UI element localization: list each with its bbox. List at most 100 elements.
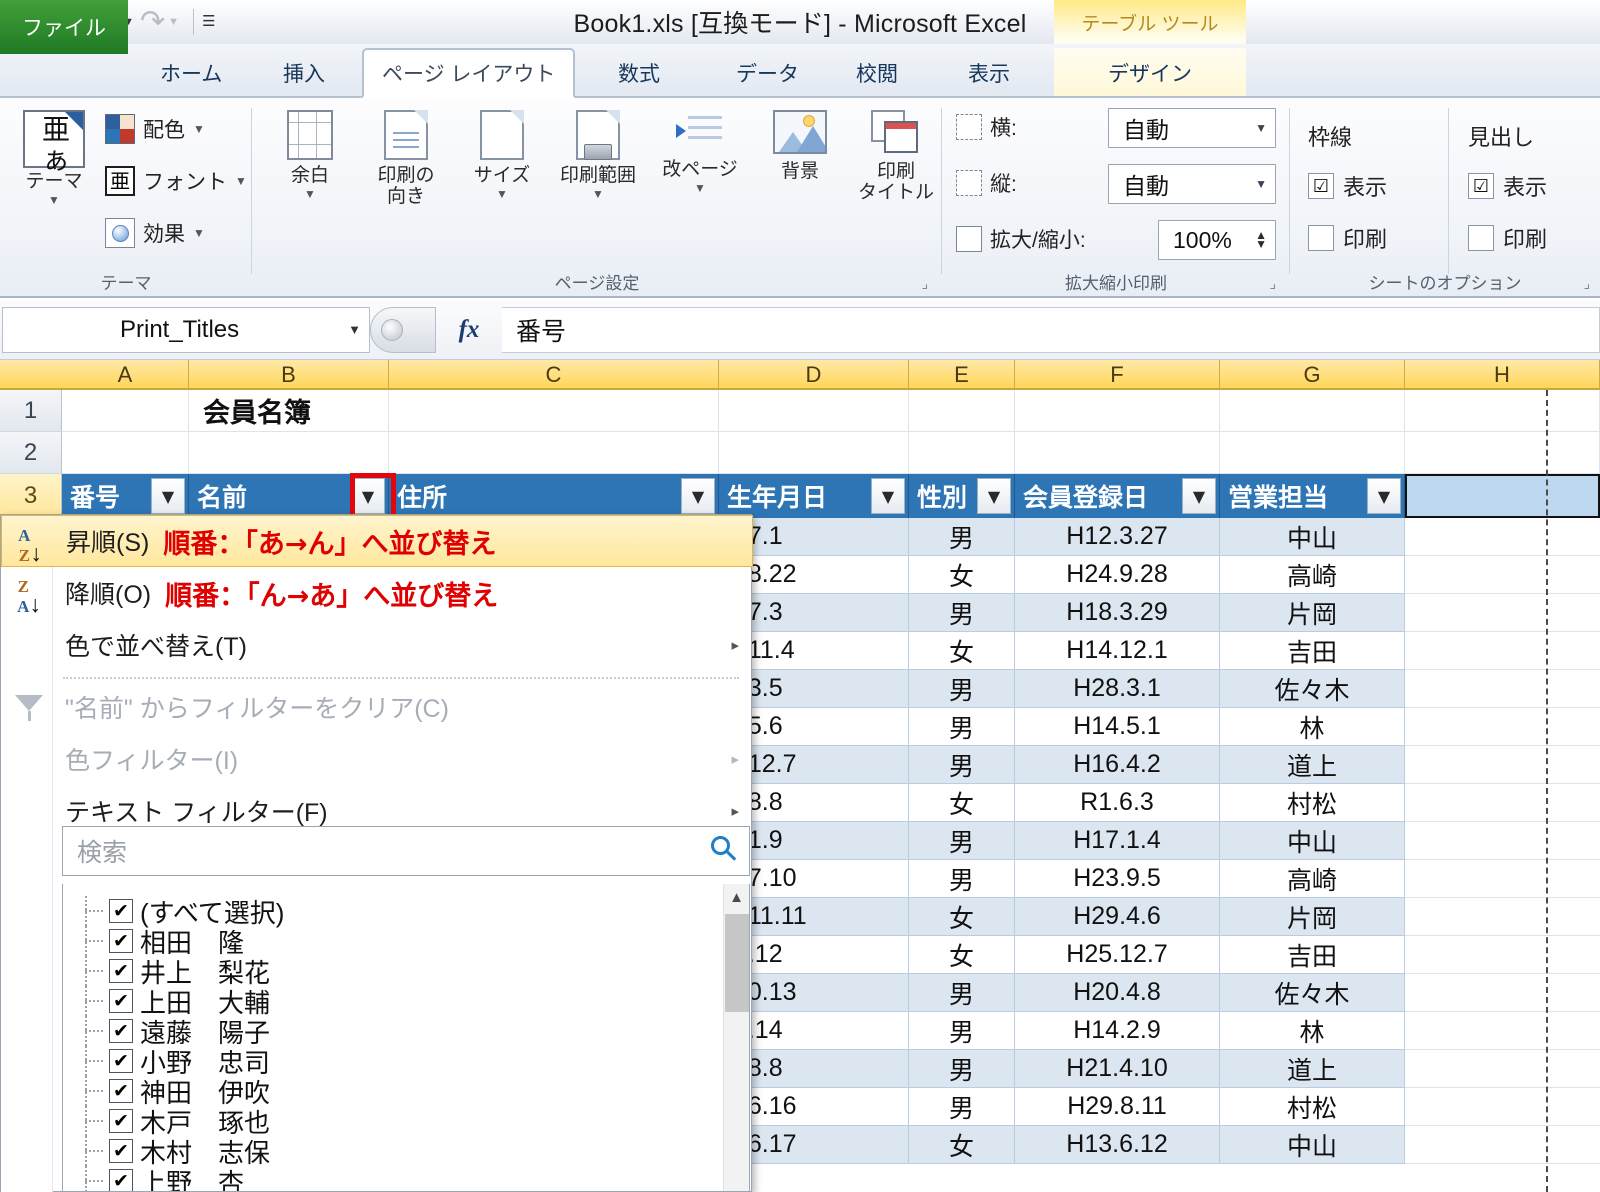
filter-list-item[interactable]: ✔ 木戸 琢也 xyxy=(63,1106,749,1138)
cell-reg[interactable]: H29.4.6 xyxy=(1015,898,1220,936)
background-button[interactable]: 背景 xyxy=(752,110,848,183)
cell-gender[interactable]: 女 xyxy=(909,936,1015,974)
cell-reg[interactable]: H29.8.11 xyxy=(1015,1088,1220,1126)
cell-empty[interactable] xyxy=(1405,784,1600,822)
tab-data[interactable]: データ xyxy=(718,48,817,98)
theme-colors-dropdown-icon[interactable]: ▼ xyxy=(193,122,205,136)
headings-view-checkbox-row[interactable]: ☑ 表示 xyxy=(1468,170,1547,202)
cell-gender[interactable]: 女 xyxy=(909,784,1015,822)
filter-list-item[interactable]: ✔ 相田 隆 xyxy=(63,926,749,958)
formula-input[interactable]: 番号 xyxy=(502,306,1600,353)
theme-fonts-button[interactable]: 亜 フォント ▼ xyxy=(105,166,247,196)
filter-button-address[interactable]: ▼ xyxy=(681,478,715,514)
row-header-1[interactable]: 1 xyxy=(0,390,62,432)
tab-file[interactable]: ファイル xyxy=(0,0,128,54)
cell-rep[interactable]: 道上 xyxy=(1220,746,1405,784)
cell-rep[interactable]: 林 xyxy=(1220,708,1405,746)
table-header-registration[interactable]: 会員登録日 ▼ xyxy=(1015,474,1220,518)
cell-rep[interactable]: 村松 xyxy=(1220,784,1405,822)
column-header-b[interactable]: B xyxy=(189,360,389,390)
theme-effects-button[interactable]: 効果 ▼ xyxy=(105,218,205,248)
cell-b2[interactable] xyxy=(189,432,389,474)
cell-e2[interactable] xyxy=(909,432,1015,474)
scale-width-select[interactable]: 自動 ▼ xyxy=(1108,108,1276,148)
size-button[interactable]: サイズ ▼ xyxy=(454,110,550,200)
cell-g1[interactable] xyxy=(1220,390,1405,432)
cell-reg[interactable]: H14.2.9 xyxy=(1015,1012,1220,1050)
filter-button-gender[interactable]: ▼ xyxy=(977,478,1011,514)
cell-a2[interactable] xyxy=(62,432,189,474)
print-area-button[interactable]: 印刷範囲 ▼ xyxy=(550,110,646,200)
table-header-address[interactable]: 住所 ▼ xyxy=(389,474,719,518)
cell-empty[interactable] xyxy=(1405,860,1600,898)
tab-view[interactable]: 表示 xyxy=(950,48,1028,98)
cell-gender[interactable]: 男 xyxy=(909,746,1015,784)
cell-empty[interactable] xyxy=(1405,822,1600,860)
column-header-e[interactable]: E xyxy=(909,360,1015,390)
scale-percent-input[interactable]: 100% ▲ ▼ xyxy=(1158,220,1276,260)
cell-rep[interactable]: 中山 xyxy=(1220,822,1405,860)
sheet-options-dialog-launcher[interactable]: ⌟ xyxy=(1583,275,1590,292)
cell-h2[interactable] xyxy=(1405,432,1600,474)
scrollbar-thumb[interactable] xyxy=(725,914,749,1012)
margins-button[interactable]: 余白 ▼ xyxy=(262,110,358,200)
cell-b1[interactable]: 会員名簿 xyxy=(189,390,389,432)
filter-item-checkbox[interactable]: ✔ xyxy=(109,1169,133,1191)
name-box-dropdown-icon[interactable]: ▼ xyxy=(348,322,361,337)
menu-item-sort-descending[interactable]: Z A↓ 降順(O) 順番：「ん→あ」へ並び替え xyxy=(1,567,753,619)
scale-dialog-launcher[interactable]: ⌟ xyxy=(1269,275,1276,292)
filter-item-checkbox[interactable]: ✔ xyxy=(109,1109,133,1133)
filter-list-item[interactable]: ✔ 上野 杏 xyxy=(63,1166,749,1191)
orientation-button[interactable]: 印刷の 向き xyxy=(358,110,454,207)
cell-rep[interactable]: 林 xyxy=(1220,1012,1405,1050)
cell-gender[interactable]: 男 xyxy=(909,1088,1015,1126)
filter-button-sales-rep[interactable]: ▼ xyxy=(1367,478,1401,514)
cell-c2[interactable] xyxy=(389,432,719,474)
filter-button-registration[interactable]: ▼ xyxy=(1182,478,1216,514)
print-area-dropdown-icon[interactable]: ▼ xyxy=(550,187,646,201)
cell-rep[interactable]: 中山 xyxy=(1220,518,1405,556)
headings-view-checkbox[interactable]: ☑ xyxy=(1468,173,1494,199)
column-header-d[interactable]: D xyxy=(719,360,909,390)
breaks-button[interactable]: 改ページ ▼ xyxy=(652,110,748,194)
cell-empty[interactable] xyxy=(1405,594,1600,632)
filter-item-checkbox[interactable]: ✔ xyxy=(109,1019,133,1043)
gridlines-view-checkbox-row[interactable]: ☑ 表示 xyxy=(1308,170,1387,202)
cell-empty[interactable] xyxy=(1405,1126,1600,1164)
cell-reg[interactable]: H14.12.1 xyxy=(1015,632,1220,670)
theme-fonts-dropdown-icon[interactable]: ▼ xyxy=(235,174,247,188)
margins-dropdown-icon[interactable]: ▼ xyxy=(262,187,358,201)
filter-search-box[interactable]: 検索 xyxy=(62,826,750,876)
filter-list-item[interactable]: ✔ 神田 伊吹 xyxy=(63,1076,749,1108)
filter-list-item[interactable]: ✔ (すべて選択) xyxy=(63,896,749,928)
cell-f1[interactable] xyxy=(1015,390,1220,432)
cell-gender[interactable]: 男 xyxy=(909,670,1015,708)
cell-empty[interactable] xyxy=(1405,936,1600,974)
cell-a1[interactable] xyxy=(62,390,189,432)
cell-rep[interactable]: 片岡 xyxy=(1220,594,1405,632)
cell-empty[interactable] xyxy=(1405,1012,1600,1050)
cell-reg[interactable]: H14.5.1 xyxy=(1015,708,1220,746)
tab-design[interactable]: デザイン xyxy=(1054,48,1246,98)
cell-empty[interactable] xyxy=(1405,974,1600,1012)
cell-reg[interactable]: H17.1.4 xyxy=(1015,822,1220,860)
cell-rep[interactable]: 道上 xyxy=(1220,1050,1405,1088)
table-header-number[interactable]: 番号 ▼ xyxy=(62,474,189,518)
breaks-dropdown-icon[interactable]: ▼ xyxy=(652,181,748,195)
column-header-c[interactable]: C xyxy=(389,360,719,390)
theme-colors-button[interactable]: 配色 ▼ xyxy=(105,114,205,144)
cell-reg[interactable]: H21.4.10 xyxy=(1015,1050,1220,1088)
cell-reg[interactable]: H25.12.7 xyxy=(1015,936,1220,974)
cell-gender[interactable]: 男 xyxy=(909,1012,1015,1050)
tab-home[interactable]: ホーム xyxy=(142,48,240,98)
print-titles-button[interactable]: 印刷 タイトル xyxy=(848,110,944,203)
cell-g2[interactable] xyxy=(1220,432,1405,474)
cell-gender[interactable]: 男 xyxy=(909,1050,1015,1088)
cell-gender[interactable]: 男 xyxy=(909,860,1015,898)
filter-list-item[interactable]: ✔ 上田 大輔 xyxy=(63,986,749,1018)
cell-rep[interactable]: 高崎 xyxy=(1220,860,1405,898)
cell-empty[interactable] xyxy=(1405,898,1600,936)
cell-gender[interactable]: 男 xyxy=(909,708,1015,746)
filter-list-item[interactable]: ✔ 遠藤 陽子 xyxy=(63,1016,749,1048)
cell-reg[interactable]: H18.3.29 xyxy=(1015,594,1220,632)
